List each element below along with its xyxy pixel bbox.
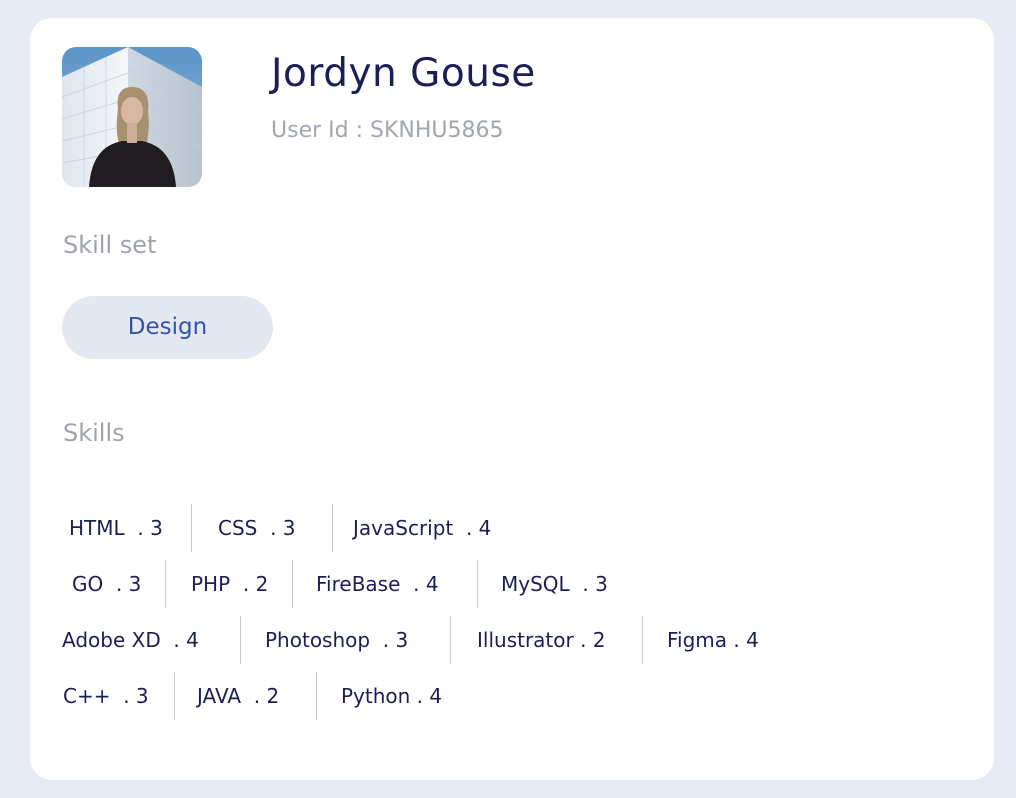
- skill-item: CSS . 3: [191, 504, 332, 552]
- skills-row: GO . 3 PHP . 2 FireBase . 4 MySQL . 3: [62, 560, 637, 608]
- skill-item: JAVA . 2: [174, 672, 316, 720]
- skill-item: Adobe XD . 4: [62, 628, 199, 652]
- profile-card: Jordyn Gouse User Id : SKNHU5865 Skill s…: [30, 18, 994, 780]
- skill-item: Figma . 4: [642, 616, 802, 664]
- skillset-category-chip[interactable]: Design: [62, 296, 273, 359]
- skill-item: FireBase . 4: [292, 560, 477, 608]
- profile-name: Jordyn Gouse: [271, 51, 536, 96]
- skills-row: Adobe XD . 4 Photoshop . 3 Illustrator .…: [62, 616, 802, 664]
- skill-item: PHP . 2: [165, 560, 292, 608]
- profile-avatar: [62, 47, 202, 187]
- skill-item: MySQL . 3: [477, 560, 637, 608]
- skill-item: Python . 4: [316, 672, 476, 720]
- avatar-photo: [62, 47, 202, 187]
- skill-item: GO . 3: [72, 572, 142, 596]
- skills-row: C++ . 3 JAVA . 2 Python . 4: [62, 672, 476, 720]
- skills-heading: Skills: [63, 419, 125, 447]
- user-id: User Id : SKNHU5865: [271, 118, 504, 143]
- skills-row: HTML . 3 CSS . 3 JavaScript . 4: [62, 504, 532, 552]
- skill-item: HTML . 3: [69, 516, 163, 540]
- skill-item: JavaScript . 4: [332, 504, 532, 552]
- skillset-heading: Skill set: [63, 231, 157, 259]
- skill-item: C++ . 3: [63, 684, 149, 708]
- skill-item: Illustrator . 2: [450, 616, 642, 664]
- skill-item: Photoshop . 3: [240, 616, 450, 664]
